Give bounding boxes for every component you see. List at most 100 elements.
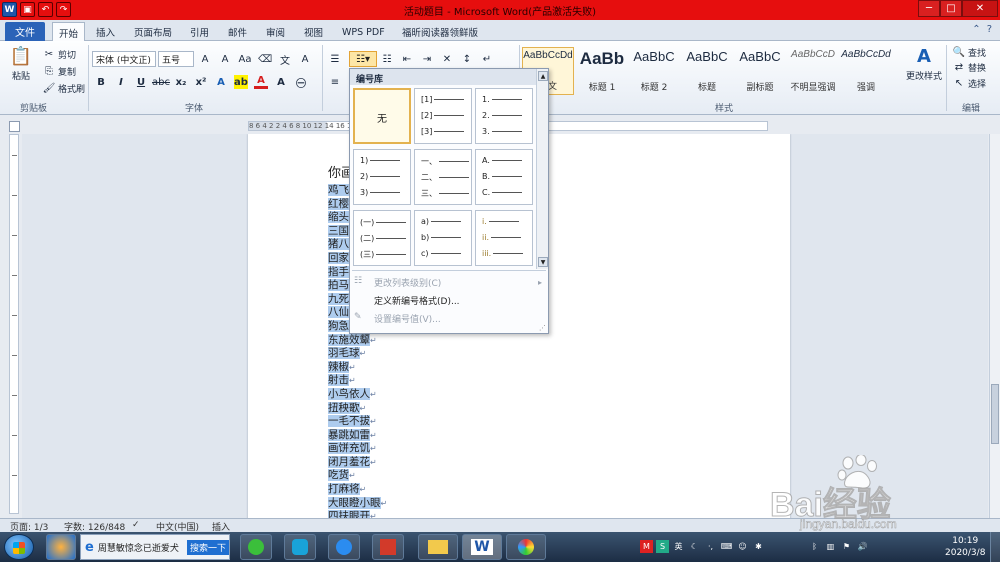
close-button[interactable]: ✕ <box>962 0 998 17</box>
subscript-button[interactable]: x₂ <box>174 75 188 89</box>
clear-format-icon[interactable]: ⌫ <box>258 52 272 66</box>
tab-references[interactable]: 引用 <box>184 23 215 41</box>
enclosed-char-icon[interactable]: ㊀ <box>294 75 308 90</box>
bullets-button[interactable]: ☰ <box>328 52 342 66</box>
network-icon[interactable]: ▥ <box>824 540 837 553</box>
proofing-icon[interactable]: ✓ <box>132 520 140 530</box>
tray-app-icon[interactable]: M <box>640 540 653 553</box>
green-app-icon[interactable] <box>240 534 272 560</box>
shrink-font-icon[interactable]: A <box>218 52 232 66</box>
moon-icon[interactable]: ☾ <box>688 540 701 553</box>
start-button[interactable] <box>4 534 34 560</box>
cloud-drive-icon[interactable] <box>328 534 360 560</box>
font-name-field[interactable]: 宋体 (中文正) <box>92 51 156 67</box>
doc-line[interactable]: 吃货↵ <box>328 469 387 483</box>
tab-wps-pdf[interactable]: WPS PDF <box>336 23 391 41</box>
tab-mailings[interactable]: 邮件 <box>222 23 253 41</box>
vertical-scrollbar[interactable] <box>989 134 1000 518</box>
presentation-app-icon[interactable] <box>372 534 404 560</box>
sort-icon[interactable]: ↕ <box>460 52 474 66</box>
pinyin-guide-icon[interactable]: 文 <box>278 52 292 67</box>
scrollbar-thumb[interactable] <box>991 384 999 444</box>
tab-page-layout[interactable]: 页面布局 <box>128 23 178 41</box>
scroll-down-icon[interactable]: ▼ <box>538 257 548 267</box>
doc-line[interactable]: 画饼充饥↵ <box>328 442 387 456</box>
style-title[interactable]: AaBbC 标题 <box>681 47 733 95</box>
doc-line[interactable]: 四扶眼开↵ <box>328 510 387 518</box>
tools-icon[interactable]: ✱ <box>752 540 765 553</box>
multilevel-list-icon[interactable]: ☷ <box>380 52 394 66</box>
numbering-bracket-option[interactable]: [1] [2] [3] <box>414 88 472 144</box>
increase-indent-icon[interactable]: ⇥ <box>420 52 434 66</box>
flag-icon[interactable]: ⚑ <box>840 540 853 553</box>
doc-line[interactable]: 大眼瞪小眼↵ <box>328 496 387 511</box>
doc-line[interactable]: 辣椒↵ <box>328 360 387 375</box>
chinese-layout-icon[interactable]: ✕ <box>440 52 454 66</box>
font-size-field[interactable]: 五号 <box>158 51 194 67</box>
volume-icon[interactable]: 🔊 <box>856 540 869 553</box>
taskbar-clock[interactable]: 10:19 2020/3/8 <box>945 535 985 559</box>
highlight-icon[interactable]: ab <box>234 75 248 89</box>
numbering-upper-alpha-option[interactable]: A. B. C. <box>475 149 533 205</box>
scroll-up-icon[interactable]: ▲ <box>538 71 548 81</box>
define-new-number-format-item[interactable]: 定义新编号格式(D)... <box>350 291 548 309</box>
file-explorer-icon[interactable] <box>418 534 458 560</box>
format-painter-button[interactable]: 🖌 格式刷 <box>42 81 85 95</box>
tab-insert[interactable]: 插入 <box>90 23 121 41</box>
strikethrough-button[interactable]: abc <box>152 75 170 89</box>
tab-foxit-reader[interactable]: 福昕阅读器领鲜版 <box>396 23 484 41</box>
paste-button[interactable]: 📋 粘贴 <box>10 45 32 83</box>
user-icon[interactable]: ☺ <box>736 540 749 553</box>
numbering-decimal-option[interactable]: 1. 2. 3. <box>475 88 533 144</box>
cut-button[interactable]: ✂ 剪切 <box>42 47 76 61</box>
punctuation-icon[interactable]: ·, <box>704 540 717 553</box>
replace-button[interactable]: ⇄ 替换 <box>952 60 986 74</box>
doc-line[interactable]: 东施效颦↵ <box>328 333 387 348</box>
bluetooth-icon[interactable]: ᛒ <box>808 540 821 553</box>
pinned-app-icon[interactable] <box>46 534 76 560</box>
style-heading-2[interactable]: AaBbC 标题 2 <box>628 47 680 95</box>
copy-button[interactable]: ⎘ 复制 <box>42 64 76 78</box>
change-list-level-item[interactable]: ☷ 更改列表级别(C) ▸ <box>350 273 548 291</box>
doc-line[interactable]: 打麻将↵ <box>328 483 387 497</box>
text-effects-icon[interactable]: A <box>214 75 228 89</box>
show-desktop-button[interactable] <box>990 532 1000 562</box>
tab-view[interactable]: 视图 <box>298 23 329 41</box>
numbering-menu-scrollbar[interactable]: ▲ ▼ <box>536 69 548 269</box>
style-subtitle[interactable]: AaBbC 副标题 <box>734 47 786 95</box>
italic-button[interactable]: I <box>114 75 128 89</box>
show-marks-icon[interactable]: ↵ <box>480 52 494 66</box>
doc-line[interactable]: 射击↵ <box>328 374 387 388</box>
set-numbering-value-item[interactable]: ✎ 设置编号值(V)... <box>350 309 548 327</box>
minimize-ribbon-icon[interactable]: ⌃ <box>972 24 980 35</box>
keyboard-icon[interactable]: ⌨ <box>720 540 733 553</box>
find-button[interactable]: 🔍 查找 <box>952 45 986 59</box>
select-button[interactable]: ↖ 选择 <box>952 76 986 90</box>
numbering-roman-option[interactable]: i. ii. iii. <box>475 210 533 266</box>
numbering-button[interactable]: ☷▾ <box>349 51 377 67</box>
grow-font-icon[interactable]: A <box>198 52 212 66</box>
numbering-chinese-paren-option[interactable]: (一) (二) (三) <box>353 210 411 266</box>
minimize-button[interactable]: ─ <box>918 0 940 17</box>
change-styles-button[interactable]: A 更改样式 <box>906 45 942 83</box>
style-heading-1[interactable]: AaBb 标题 1 <box>576 47 628 95</box>
doc-line[interactable]: 闭月羞花↵ <box>328 455 387 470</box>
doc-line[interactable]: 一毛不拔↵ <box>328 415 387 429</box>
tab-home[interactable]: 开始 <box>52 22 86 42</box>
align-left-icon[interactable]: ≡ <box>328 75 342 89</box>
font-color-icon[interactable]: A <box>254 75 268 89</box>
numbering-chinese-option[interactable]: 一、 二、 三、 <box>414 149 472 205</box>
numbering-lower-alpha-option[interactable]: a) b) c) <box>414 210 472 266</box>
paint-app-icon[interactable] <box>506 534 546 560</box>
browser-app-icon[interactable] <box>284 534 316 560</box>
doc-line[interactable]: 羽毛球↵ <box>328 347 387 361</box>
ime-icon[interactable]: S <box>656 540 669 553</box>
underline-button[interactable]: U <box>134 75 148 89</box>
ime-mode-icon[interactable]: 英 <box>672 540 685 553</box>
vertical-ruler[interactable] <box>9 134 19 514</box>
bold-button[interactable]: B <box>94 75 108 89</box>
doc-line[interactable]: 暴跳如雷↵ <box>328 428 387 443</box>
char-shading-icon[interactable]: A <box>274 75 288 89</box>
numbering-paren-option[interactable]: 1) 2) 3) <box>353 149 411 205</box>
taskbar-ie-window[interactable]: e 周慧敏惊念已逝爱犬 搜索一下 <box>80 534 230 560</box>
